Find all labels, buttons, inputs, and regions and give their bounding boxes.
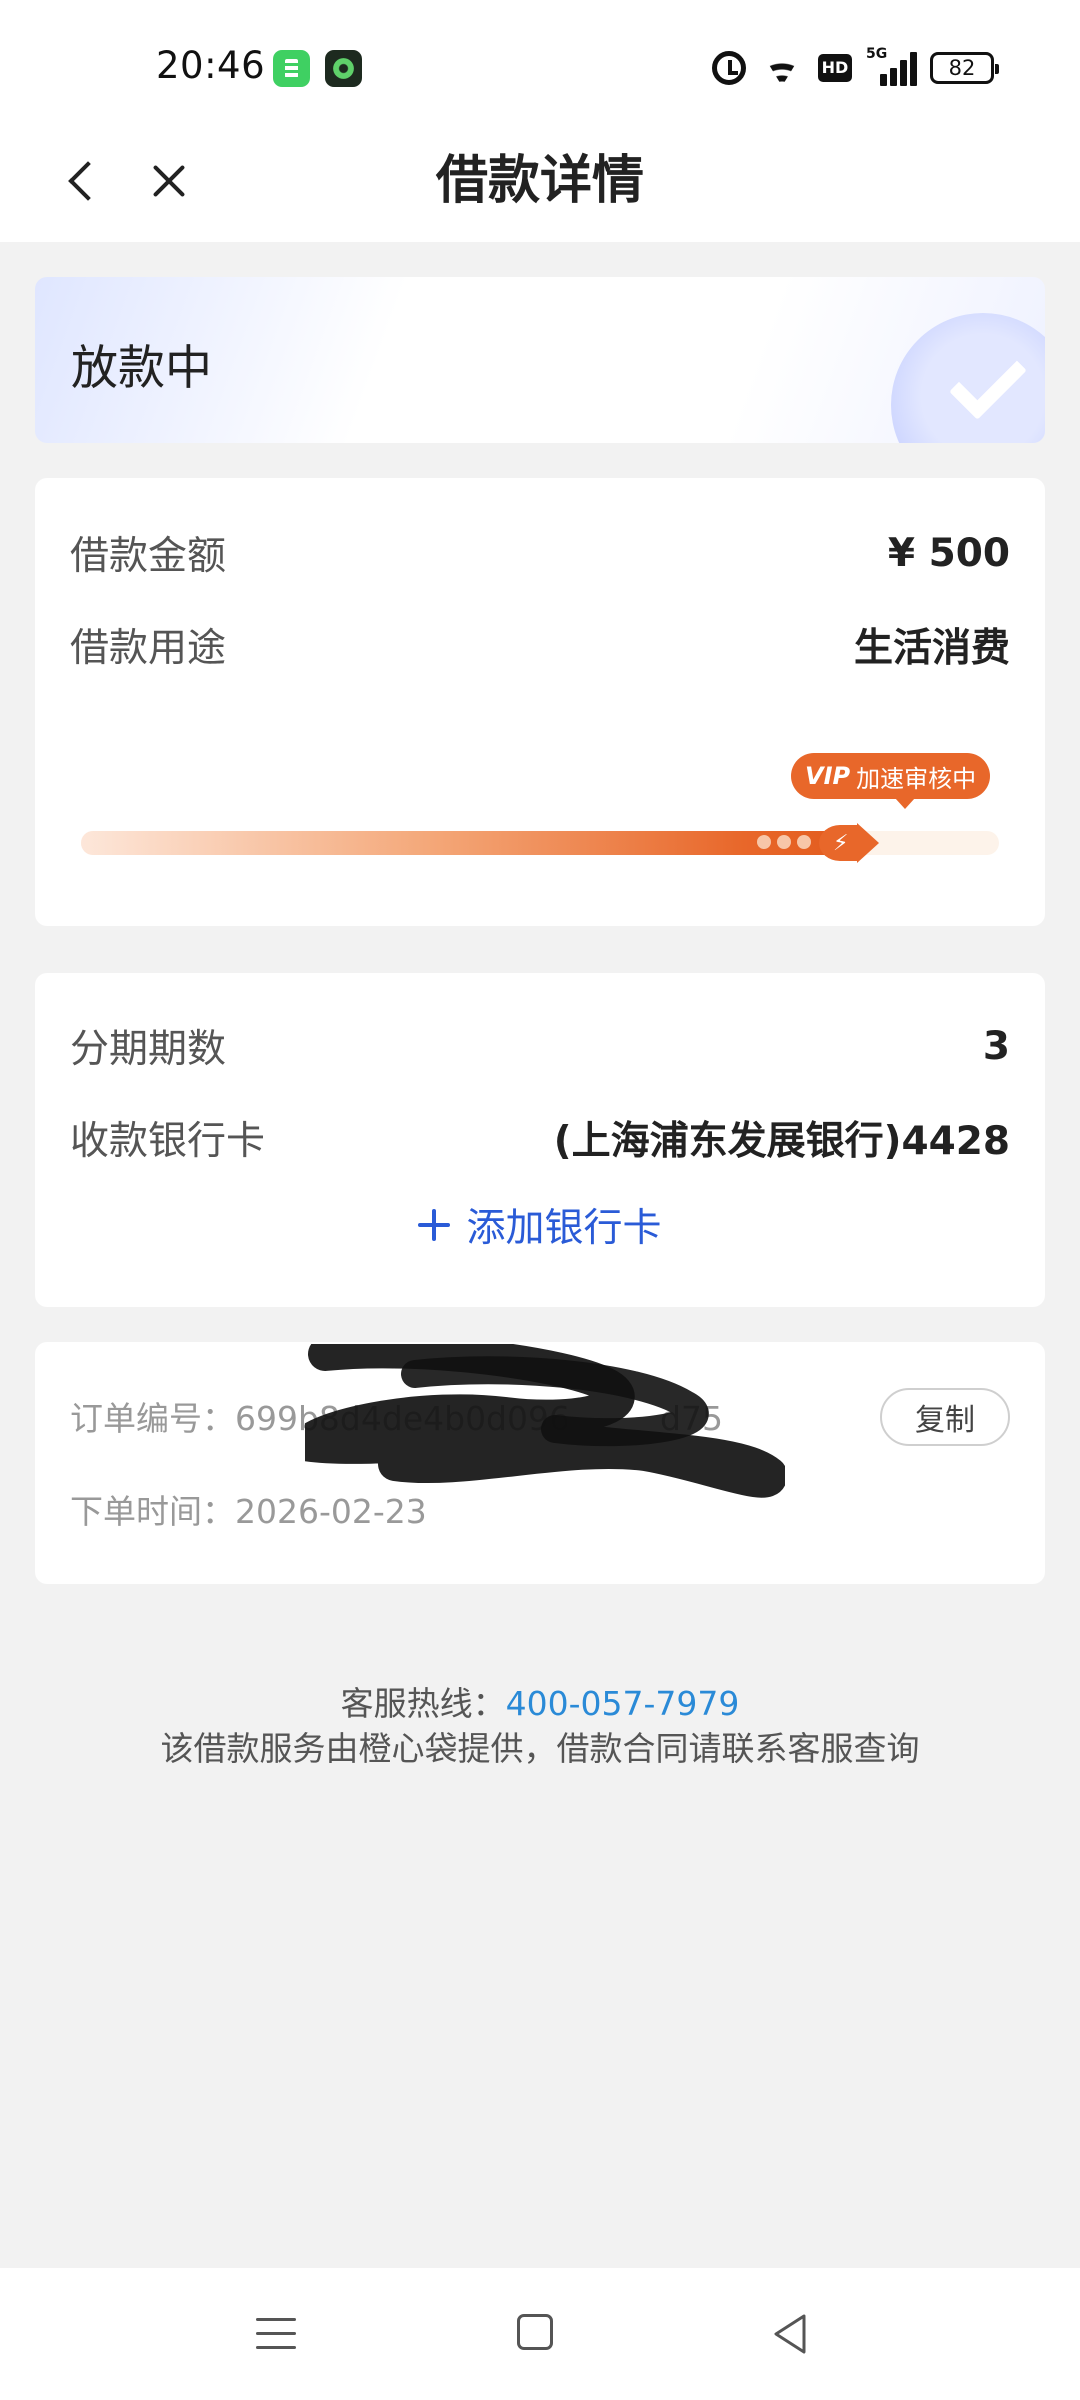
battery-icon: 82 — [930, 52, 999, 84]
installment-periods-value: 3 — [982, 1023, 1010, 1069]
order-info-card: 订单编号：699b8d4de4b0d096 d75 复制 下单时间：2026-02… — [35, 1342, 1045, 1584]
status-indicators: HD 5G 82 — [712, 44, 999, 92]
dark-app-icon — [325, 50, 362, 87]
review-progress-fill — [81, 831, 861, 855]
loan-amount-row: 借款金额 ¥ 500 — [70, 523, 1010, 583]
status-time: 20:46 — [156, 44, 266, 87]
review-progress-bar: ⚡ — [81, 823, 999, 863]
alarm-icon — [712, 51, 746, 85]
loan-purpose-value: 生活消费 — [853, 626, 1010, 671]
add-bank-card-button[interactable]: 添加银行卡 — [35, 1195, 1045, 1255]
vip-review-badge: VIP 加速审核中 — [791, 753, 991, 809]
progress-dots — [757, 835, 811, 849]
loan-status-text: 放款中 — [71, 341, 212, 396]
rocket-icon: ⚡ — [819, 817, 879, 869]
loan-purpose-row: 借款用途 生活消费 — [70, 615, 1010, 675]
check-icon — [865, 313, 1045, 443]
loan-amount-label: 借款金额 — [70, 534, 227, 579]
service-provider-note: 该借款服务由橙心袋提供，借款合同请联系客服查询 — [160, 1729, 920, 1768]
installment-card: 分期期数 3 收款银行卡 (上海浦东发展银行)4428 添加银行卡 — [35, 973, 1045, 1307]
page-title: 借款详情 — [435, 151, 644, 211]
hotline-number-link[interactable]: 400-057-7979 — [506, 1684, 740, 1723]
battery-level: 82 — [948, 56, 976, 80]
bank-card-row: 收款银行卡 (上海浦东发展银行)4428 — [70, 1108, 1010, 1168]
network-type-label: 5G — [866, 46, 888, 62]
green-app-icon — [273, 50, 310, 87]
system-nav-bar — [0, 2268, 1080, 2400]
order-number-label: 订单编号： — [70, 1399, 235, 1438]
vip-badge-text: 加速审核中 — [856, 764, 977, 793]
copy-order-number-button[interactable]: 复制 — [880, 1388, 1010, 1446]
add-bank-card-label: 添加银行卡 — [466, 1206, 662, 1251]
bank-card-value: (上海浦东发展银行)4428 — [553, 1119, 1010, 1164]
status-bar: 20:46 HD 5G 82 — [0, 0, 1080, 120]
vip-logo: VIP — [805, 762, 851, 790]
customer-service-hotline: 客服热线：400-057-7979 — [0, 1677, 1080, 1725]
bank-card-label: 收款银行卡 — [70, 1119, 266, 1164]
hd-icon: HD — [818, 54, 852, 82]
home-square-icon[interactable] — [517, 2314, 553, 2350]
installment-periods-label: 分期期数 — [70, 1027, 227, 1072]
back-triangle-icon[interactable] — [770, 2312, 810, 2356]
loan-status-card: 放款中 — [35, 277, 1045, 443]
signal-icon: 5G — [866, 46, 917, 86]
hotline-label: 客服热线： — [340, 1684, 506, 1723]
nav-bar: 借款详情 — [0, 120, 1080, 242]
plus-icon — [418, 1209, 451, 1241]
wifi-icon — [760, 50, 804, 86]
loan-purpose-label: 借款用途 — [70, 626, 227, 671]
redaction-scribble — [305, 1344, 785, 1498]
menu-icon[interactable] — [256, 2316, 296, 2352]
installment-periods-row: 分期期数 3 — [70, 1016, 1010, 1076]
loan-info-card: 借款金额 ¥ 500 借款用途 生活消费 VIP 加速审核中 ⚡ — [35, 478, 1045, 926]
order-time-label: 下单时间： — [70, 1492, 235, 1531]
loan-amount-value: ¥ 500 — [887, 530, 1010, 576]
